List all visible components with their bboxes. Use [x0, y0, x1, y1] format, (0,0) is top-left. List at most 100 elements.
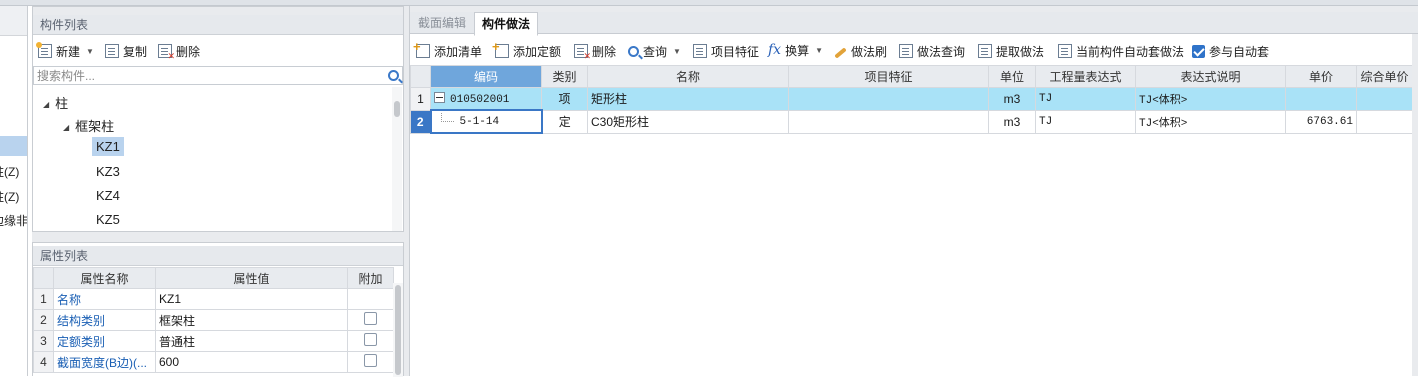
brush-icon: [833, 44, 847, 58]
row-index: 2: [33, 309, 54, 331]
col-extra: 附加: [347, 267, 394, 289]
tree-item-kz4[interactable]: KZ4: [96, 188, 120, 203]
tree-scrollbar[interactable]: [392, 87, 402, 231]
add-quota-button[interactable]: 添加定额: [492, 39, 561, 61]
expression-desc-cell[interactable]: TJ<体积>: [1135, 109, 1286, 134]
col-expression-desc[interactable]: 表达式说明: [1135, 65, 1286, 88]
extra-checkbox[interactable]: [364, 333, 377, 346]
delete-button[interactable]: 删除: [158, 41, 200, 62]
col-total-price[interactable]: 综合单价: [1356, 65, 1413, 88]
query-button[interactable]: 查询 ▼: [628, 41, 681, 61]
tab-component-method[interactable]: 构件做法: [474, 12, 539, 36]
table-row[interactable]: 1 010502001 项 矩形柱 m3 TJ TJ<体积>: [410, 87, 1413, 111]
table-row[interactable]: 1 名称 KZ1: [33, 288, 394, 310]
col-name[interactable]: 名称: [587, 65, 789, 88]
tree-line: [440, 113, 454, 122]
col-index: [33, 267, 54, 289]
chevron-down-icon[interactable]: ▼: [673, 47, 681, 56]
component-list-panel: 构件列表 新建 ▼ 复制 删除 ◢柱 ◢框架柱 KZ1 KZ3 KZ4 KZ5: [32, 6, 404, 232]
convert-label: 换算: [785, 43, 810, 58]
add-quota-icon: [492, 39, 509, 58]
table-row[interactable]: 3 定额类别 普通柱: [33, 330, 394, 352]
chevron-down-icon[interactable]: ▼: [86, 47, 94, 56]
copy-label: 复制: [123, 44, 148, 59]
participate-checkbox[interactable]: [1192, 44, 1205, 58]
table-row[interactable]: 4 截面宽度(B边)(... 600: [33, 351, 394, 373]
method-query-icon: [899, 44, 913, 58]
new-button[interactable]: 新建 ▼: [36, 41, 94, 61]
col-unit[interactable]: 单位: [988, 65, 1036, 88]
col-index: [410, 65, 431, 88]
search-input[interactable]: [35, 68, 377, 84]
unit-cell[interactable]: m3: [988, 87, 1036, 111]
feature-cell[interactable]: [788, 87, 989, 111]
expression-cell[interactable]: TJ: [1035, 109, 1136, 134]
left-selected-item[interactable]: [0, 136, 27, 156]
collapse-triangle-icon[interactable]: ◢: [63, 123, 69, 132]
method-grid: 编码 类别 名称 项目特征 单位 工程量表达式 表达式说明 单价 综合单价 1 …: [410, 65, 1413, 134]
extra-checkbox[interactable]: [364, 312, 377, 325]
total-price-cell[interactable]: [1356, 109, 1413, 134]
left-item-3[interactable]: 边缘非: [0, 212, 27, 229]
property-value[interactable]: 600: [155, 351, 348, 373]
tree-group-label: 框架柱: [75, 119, 115, 134]
table-row[interactable]: 2 结构类别 框架柱: [33, 309, 394, 331]
col-price[interactable]: 单价: [1285, 65, 1357, 88]
convert-button[interactable]: fx 换算 ▼: [768, 40, 823, 60]
expression-desc-cell[interactable]: TJ<体积>: [1135, 87, 1286, 111]
tree-item-kz5[interactable]: KZ5: [96, 212, 120, 227]
search-icon[interactable]: [388, 70, 399, 81]
col-expression[interactable]: 工程量表达式: [1035, 65, 1136, 88]
extract-method-button[interactable]: 提取做法: [978, 41, 1044, 61]
tree-scroll-thumb[interactable]: [394, 101, 400, 117]
collapse-triangle-icon[interactable]: ◢: [43, 100, 49, 109]
property-scrollbar[interactable]: [393, 283, 403, 377]
tree-item-kz3[interactable]: KZ3: [96, 164, 120, 179]
method-query-button[interactable]: 做法查询: [899, 41, 965, 61]
tree-root[interactable]: ◢ 柱: [43, 93, 68, 112]
type-cell[interactable]: 项: [541, 87, 588, 111]
delete-method-button[interactable]: 删除: [574, 41, 616, 62]
tab-section-edit[interactable]: 截面编辑: [411, 12, 473, 34]
property-scroll-thumb[interactable]: [395, 285, 401, 375]
left-item-1[interactable]: 柱(Z): [0, 163, 19, 180]
query-label: 查询: [643, 44, 668, 59]
item-feature-button[interactable]: 项目特征: [693, 41, 759, 61]
left-item-2[interactable]: 柱(Z): [0, 188, 19, 205]
price-cell[interactable]: [1285, 87, 1357, 111]
participate-auto-toggle[interactable]: 参与自动套: [1192, 41, 1269, 61]
col-feature[interactable]: 项目特征: [788, 65, 989, 88]
code-cell[interactable]: 010502001: [430, 87, 542, 111]
splitter[interactable]: [32, 232, 404, 242]
price-cell[interactable]: 6763.61: [1285, 109, 1357, 134]
tree-item-kz1[interactable]: KZ1: [92, 137, 124, 156]
chevron-down-icon[interactable]: ▼: [815, 46, 823, 55]
name-cell[interactable]: C30矩形柱: [587, 109, 789, 134]
tree-group[interactable]: ◢ 框架柱: [63, 116, 114, 135]
method-brush-button[interactable]: 做法刷: [833, 41, 887, 61]
delete-icon: [158, 44, 175, 62]
copy-button[interactable]: 复制: [105, 41, 147, 61]
code-cell[interactable]: 5-1-14: [429, 109, 543, 134]
add-bill-button[interactable]: 添加清单: [413, 39, 482, 61]
type-cell[interactable]: 定: [541, 109, 588, 134]
property-value[interactable]: 普通柱: [155, 330, 348, 352]
query-icon: [628, 45, 639, 57]
row-index: 4: [33, 351, 54, 373]
expression-cell[interactable]: TJ: [1035, 87, 1136, 111]
total-price-cell[interactable]: [1356, 87, 1413, 111]
auto-apply-button[interactable]: 当前构件自动套做法: [1058, 41, 1184, 61]
name-cell[interactable]: 矩形柱: [587, 87, 789, 111]
row-index: 1: [410, 87, 431, 111]
extra-checkbox[interactable]: [364, 354, 377, 367]
col-code[interactable]: 编码: [430, 65, 542, 88]
add-bill-icon: [413, 39, 430, 58]
feature-cell[interactable]: [788, 109, 989, 134]
col-type[interactable]: 类别: [541, 65, 588, 88]
unit-cell[interactable]: m3: [988, 109, 1036, 134]
table-row[interactable]: 2 5-1-14 定 C30矩形柱 m3 TJ TJ<体积> 6763.61: [410, 109, 1413, 134]
collapse-icon[interactable]: [434, 92, 445, 103]
copy-icon: [105, 44, 119, 58]
property-value[interactable]: KZ1: [155, 288, 348, 310]
property-value[interactable]: 框架柱: [155, 309, 348, 331]
